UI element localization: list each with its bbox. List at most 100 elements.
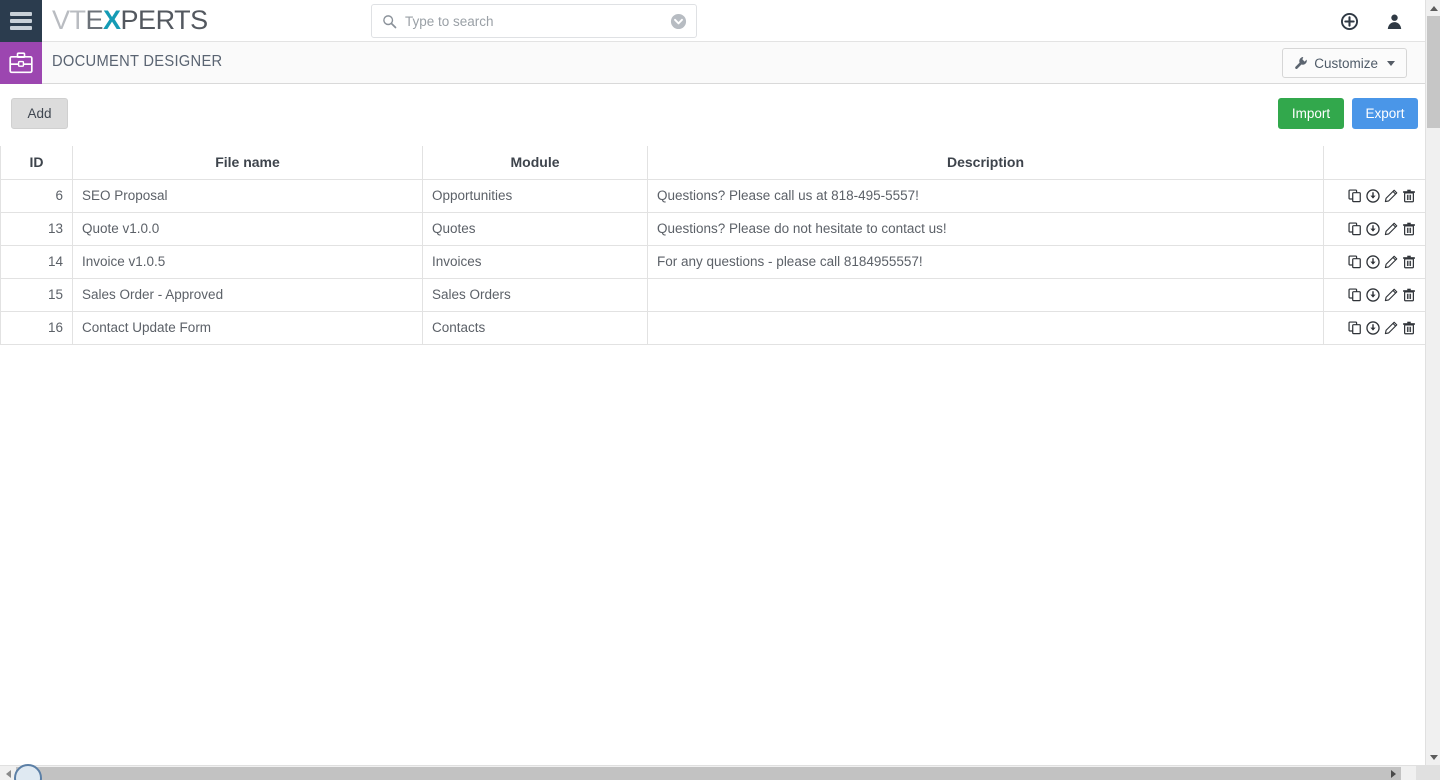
plus-circle-icon[interactable] bbox=[1341, 13, 1358, 30]
cell-actions bbox=[1324, 311, 1426, 344]
row-action-icons bbox=[1333, 288, 1416, 302]
logo-part-e: E bbox=[86, 5, 104, 35]
cell-module: Quotes bbox=[423, 212, 648, 245]
column-header-description[interactable]: Description bbox=[648, 146, 1324, 179]
cell-description bbox=[648, 278, 1324, 311]
top-bar-icon-group bbox=[1341, 0, 1403, 42]
customize-label: Customize bbox=[1314, 56, 1378, 71]
triangle-up-icon bbox=[1430, 6, 1438, 11]
delete-icon[interactable] bbox=[1402, 288, 1416, 302]
cell-module: Invoices bbox=[423, 245, 648, 278]
cell-module: Sales Orders bbox=[423, 278, 648, 311]
delete-icon[interactable] bbox=[1402, 255, 1416, 269]
delete-icon[interactable] bbox=[1402, 189, 1416, 203]
edit-icon[interactable] bbox=[1384, 321, 1398, 335]
vertical-scrollbar[interactable] bbox=[1425, 0, 1440, 765]
chevron-down-circle-icon[interactable] bbox=[670, 13, 687, 30]
module-icon-button[interactable] bbox=[0, 42, 42, 84]
logo-part-vt: VT bbox=[52, 5, 86, 35]
edit-icon[interactable] bbox=[1384, 255, 1398, 269]
global-search-box[interactable] bbox=[371, 4, 697, 38]
logo-part-perts: PERTS bbox=[121, 5, 208, 35]
cell-id: 14 bbox=[1, 245, 73, 278]
duplicate-icon[interactable] bbox=[1348, 288, 1362, 302]
hamburger-icon bbox=[10, 9, 32, 33]
export-button[interactable]: Export bbox=[1352, 98, 1418, 129]
edit-icon[interactable] bbox=[1384, 288, 1398, 302]
cell-description: For any questions - please call 81849555… bbox=[648, 245, 1324, 278]
scroll-up-button[interactable] bbox=[1426, 0, 1440, 16]
cell-id: 13 bbox=[1, 212, 73, 245]
cell-file-name: Quote v1.0.0 bbox=[73, 212, 423, 245]
row-action-icons bbox=[1333, 222, 1416, 236]
triangle-down-icon bbox=[1430, 755, 1438, 760]
cell-file-name: Sales Order - Approved bbox=[73, 278, 423, 311]
user-icon[interactable] bbox=[1386, 13, 1403, 30]
row-action-icons bbox=[1333, 321, 1416, 335]
top-navigation-bar: VTEXPERTS bbox=[0, 0, 1425, 42]
row-action-icons bbox=[1333, 255, 1416, 269]
table-row[interactable]: 14Invoice v1.0.5InvoicesFor any question… bbox=[1, 245, 1426, 278]
document-list-table-container: ID File name Module Description 6SEO Pro… bbox=[0, 146, 1425, 345]
document-list-table: ID File name Module Description 6SEO Pro… bbox=[0, 146, 1426, 345]
table-row[interactable]: 6SEO ProposalOpportunitiesQuestions? Ple… bbox=[1, 179, 1426, 212]
scrollbar-corner bbox=[1416, 765, 1440, 780]
table-row[interactable]: 15Sales Order - ApprovedSales Orders bbox=[1, 278, 1426, 311]
column-header-actions bbox=[1324, 146, 1426, 179]
horizontal-scrollbar-thumb[interactable] bbox=[16, 767, 1401, 780]
logo-part-x: X bbox=[103, 5, 121, 35]
add-button[interactable]: Add bbox=[11, 98, 68, 129]
triangle-right-icon bbox=[1391, 770, 1396, 778]
main-menu-button[interactable] bbox=[0, 0, 42, 42]
delete-icon[interactable] bbox=[1402, 321, 1416, 335]
cell-actions bbox=[1324, 212, 1426, 245]
download-icon[interactable] bbox=[1366, 288, 1380, 302]
table-header-row: ID File name Module Description bbox=[1, 146, 1426, 179]
page-title: DOCUMENT DESIGNER bbox=[52, 53, 222, 71]
edit-icon[interactable] bbox=[1384, 222, 1398, 236]
table-row[interactable]: 16Contact Update FormContacts bbox=[1, 311, 1426, 344]
cell-id: 6 bbox=[1, 179, 73, 212]
briefcase-icon bbox=[9, 52, 33, 74]
download-icon[interactable] bbox=[1366, 321, 1380, 335]
cell-id: 15 bbox=[1, 278, 73, 311]
search-input[interactable] bbox=[397, 14, 670, 29]
cell-file-name: Contact Update Form bbox=[73, 311, 423, 344]
table-body: 6SEO ProposalOpportunitiesQuestions? Ple… bbox=[1, 179, 1426, 344]
module-header-bar: DOCUMENT DESIGNER Customize bbox=[0, 42, 1425, 84]
wrench-icon bbox=[1294, 56, 1308, 70]
cell-file-name: Invoice v1.0.5 bbox=[73, 245, 423, 278]
download-icon[interactable] bbox=[1366, 255, 1380, 269]
download-icon[interactable] bbox=[1366, 222, 1380, 236]
horizontal-scrollbar[interactable] bbox=[0, 765, 1440, 780]
import-button[interactable]: Import bbox=[1278, 98, 1344, 129]
table-row[interactable]: 13Quote v1.0.0QuotesQuestions? Please do… bbox=[1, 212, 1426, 245]
column-header-file-name[interactable]: File name bbox=[73, 146, 423, 179]
cell-description bbox=[648, 311, 1324, 344]
caret-down-icon bbox=[1387, 61, 1395, 66]
download-icon[interactable] bbox=[1366, 189, 1380, 203]
cell-module: Opportunities bbox=[423, 179, 648, 212]
table-header: ID File name Module Description bbox=[1, 146, 1426, 179]
customize-button[interactable]: Customize bbox=[1282, 48, 1407, 78]
duplicate-icon[interactable] bbox=[1348, 255, 1362, 269]
duplicate-icon[interactable] bbox=[1348, 189, 1362, 203]
app-logo[interactable]: VTEXPERTS bbox=[52, 5, 208, 36]
scroll-right-button[interactable] bbox=[1385, 766, 1401, 780]
duplicate-icon[interactable] bbox=[1348, 321, 1362, 335]
duplicate-icon[interactable] bbox=[1348, 222, 1362, 236]
column-header-module[interactable]: Module bbox=[423, 146, 648, 179]
cell-actions bbox=[1324, 245, 1426, 278]
cell-description: Questions? Please do not hesitate to con… bbox=[648, 212, 1324, 245]
triangle-left-icon bbox=[6, 770, 11, 778]
scroll-down-button[interactable] bbox=[1426, 749, 1440, 765]
vertical-scrollbar-thumb[interactable] bbox=[1427, 16, 1440, 128]
row-action-icons bbox=[1333, 189, 1416, 203]
search-icon bbox=[382, 14, 397, 29]
delete-icon[interactable] bbox=[1402, 222, 1416, 236]
edit-icon[interactable] bbox=[1384, 189, 1398, 203]
column-header-id[interactable]: ID bbox=[1, 146, 73, 179]
cell-file-name: SEO Proposal bbox=[73, 179, 423, 212]
cell-actions bbox=[1324, 179, 1426, 212]
cell-module: Contacts bbox=[423, 311, 648, 344]
